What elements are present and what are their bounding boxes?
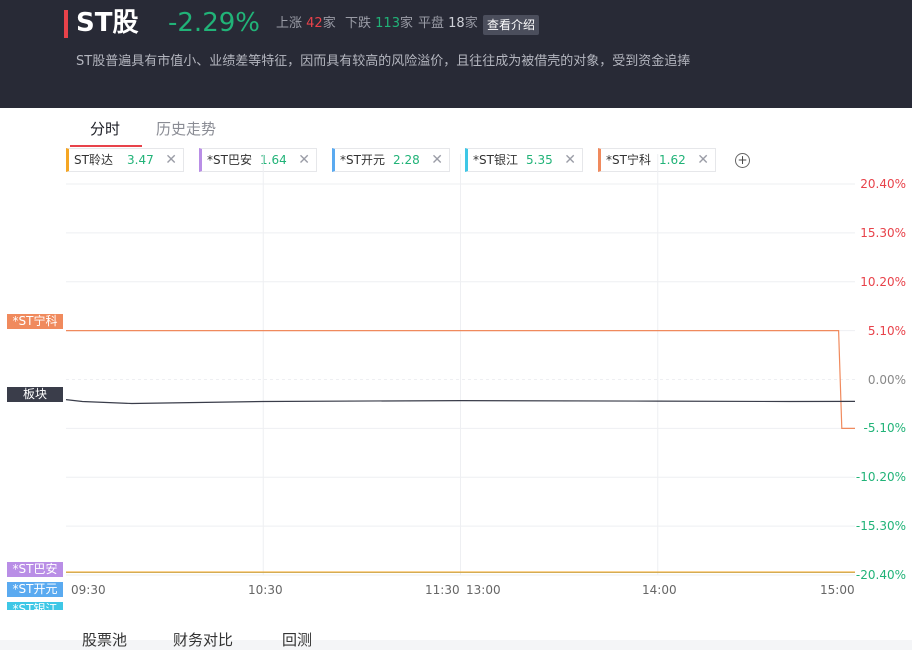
stat-up-count: 42 bbox=[306, 16, 323, 31]
y-tick-label: -5.10% bbox=[863, 421, 906, 436]
x-tick-label: 15:00 bbox=[820, 583, 855, 597]
page-title: ST股 bbox=[76, 8, 139, 38]
stat-unit: 家 bbox=[322, 16, 336, 31]
stat-down: 下跌 113家 bbox=[345, 15, 413, 33]
series-tag: *ST宁科 bbox=[7, 314, 63, 329]
stat-flat: 平盘 18家 bbox=[418, 15, 478, 33]
stat-flat-count: 18 bbox=[448, 16, 465, 31]
y-tick-label: 10.20% bbox=[860, 274, 906, 289]
tab-backtest[interactable]: 回测 bbox=[282, 630, 312, 650]
x-tick-label: 13:00 bbox=[466, 583, 501, 597]
title-accent-bar bbox=[64, 10, 68, 38]
intraday-chart bbox=[65, 154, 856, 576]
stat-unit: 家 bbox=[399, 16, 413, 31]
y-tick-label: -20.40% bbox=[855, 568, 906, 582]
tab-stock-pool[interactable]: 股票池 bbox=[82, 630, 127, 650]
stat-flat-label: 平盘 bbox=[418, 16, 445, 31]
sector-description: ST股普遍具有市值小、业绩差等特征，因而具有较高的风险溢价，且往往成为被借壳的对… bbox=[76, 54, 691, 69]
tab-financial-compare[interactable]: 财务对比 bbox=[173, 630, 233, 650]
stat-up: 上涨 42家 bbox=[276, 15, 336, 33]
series-tag: 板块 bbox=[7, 387, 63, 402]
stat-unit: 家 bbox=[464, 16, 478, 31]
change-percent: -2.29% bbox=[168, 8, 260, 38]
y-tick-label: -10.20% bbox=[855, 470, 906, 485]
header: ST股 -2.29% 上涨 42家 下跌 113家 平盘 18家 查看介绍 ST… bbox=[0, 0, 912, 108]
y-tick-label: 20.40% bbox=[860, 177, 906, 191]
series-tag: *ST开元 bbox=[7, 582, 63, 597]
stat-down-count: 113 bbox=[375, 16, 400, 31]
x-tick-label: 09:30 bbox=[71, 583, 106, 597]
stat-down-label: 下跌 bbox=[345, 16, 372, 31]
x-tick-label: 14:00 bbox=[642, 583, 677, 597]
bottom-tab-bar: 股票池 财务对比 回测 bbox=[0, 610, 912, 649]
y-tick-label: -15.30% bbox=[855, 519, 906, 534]
y-tick-label: 5.10% bbox=[867, 323, 906, 338]
view-intro-button[interactable]: 查看介绍 bbox=[483, 15, 540, 35]
y-tick-label: 0.00% bbox=[867, 372, 906, 387]
x-tick-label: 10:30 bbox=[248, 583, 283, 597]
series-tag: *ST巴安 bbox=[7, 562, 63, 577]
stat-up-label: 上涨 bbox=[276, 16, 303, 31]
x-tick-label: 11:30 bbox=[425, 583, 460, 597]
y-tick-label: 15.30% bbox=[860, 225, 906, 240]
